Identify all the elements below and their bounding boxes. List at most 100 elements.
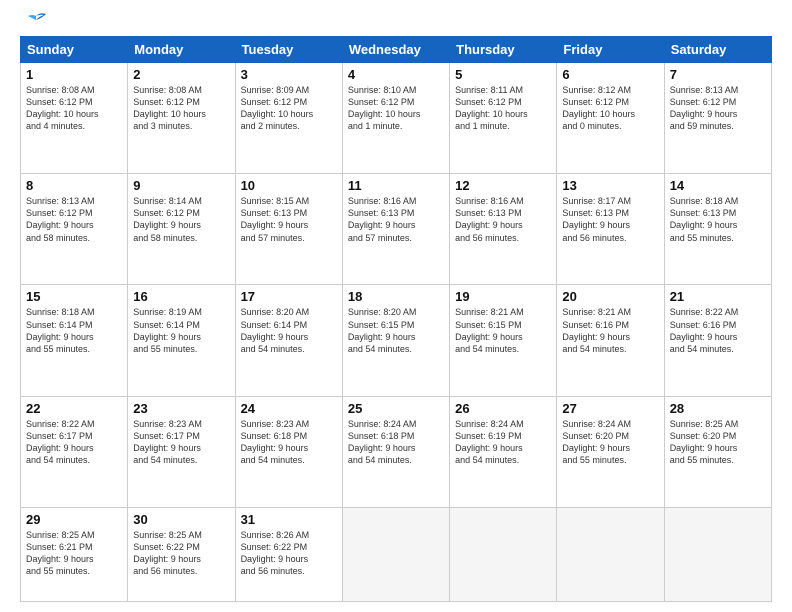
calendar-cell: 11 Sunrise: 8:16 AM Sunset: 6:13 PM Dayli… [342, 174, 449, 285]
weekday-header-tuesday: Tuesday [235, 37, 342, 63]
day-info: Sunrise: 8:20 AM Sunset: 6:15 PM Dayligh… [348, 306, 444, 355]
day-info: Sunrise: 8:08 AM Sunset: 6:12 PM Dayligh… [26, 84, 122, 133]
day-number: 4 [348, 67, 444, 82]
calendar-cell: 23Sunrise: 8:23 AM Sunset: 6:17 PM Dayli… [128, 396, 235, 507]
calendar-week-row: 1 Sunrise: 8:08 AM Sunset: 6:12 PM Daylig… [21, 63, 772, 174]
calendar-cell: 15Sunrise: 8:18 AM Sunset: 6:14 PM Dayli… [21, 285, 128, 396]
day-info: Sunrise: 8:22 AM Sunset: 6:17 PM Dayligh… [26, 418, 122, 467]
day-number: 28 [670, 401, 766, 416]
calendar-cell: 26Sunrise: 8:24 AM Sunset: 6:19 PM Dayli… [450, 396, 557, 507]
page: SundayMondayTuesdayWednesdayThursdayFrid… [0, 0, 792, 612]
day-number: 25 [348, 401, 444, 416]
calendar: SundayMondayTuesdayWednesdayThursdayFrid… [20, 36, 772, 602]
calendar-cell: 21 Sunrise: 8:22 AM Sunset: 6:16 PM Dayli… [664, 285, 771, 396]
day-number: 17 [241, 289, 337, 304]
day-info: Sunrise: 8:18 AM Sunset: 6:13 PM Dayligh… [670, 195, 766, 244]
calendar-cell: 14 Sunrise: 8:18 AM Sunset: 6:13 PM Dayli… [664, 174, 771, 285]
day-number: 22 [26, 401, 122, 416]
day-number: 8 [26, 178, 122, 193]
calendar-week-row: 8 Sunrise: 8:13 AM Sunset: 6:12 PM Daylig… [21, 174, 772, 285]
calendar-cell: 20 Sunrise: 8:21 AM Sunset: 6:16 PM Dayli… [557, 285, 664, 396]
day-info: Sunrise: 8:16 AM Sunset: 6:13 PM Dayligh… [455, 195, 551, 244]
calendar-week-row: 22 Sunrise: 8:22 AM Sunset: 6:17 PM Dayli… [21, 396, 772, 507]
day-info: Sunrise: 8:13 AM Sunset: 6:12 PM Dayligh… [26, 195, 122, 244]
calendar-cell: 28 Sunrise: 8:25 AM Sunset: 6:20 PM Dayli… [664, 396, 771, 507]
calendar-cell: 18 Sunrise: 8:20 AM Sunset: 6:15 PM Dayli… [342, 285, 449, 396]
weekday-header-saturday: Saturday [664, 37, 771, 63]
weekday-header-monday: Monday [128, 37, 235, 63]
calendar-header-row: SundayMondayTuesdayWednesdayThursdayFrid… [21, 37, 772, 63]
calendar-cell: 8 Sunrise: 8:13 AM Sunset: 6:12 PM Daylig… [21, 174, 128, 285]
day-info: Sunrise: 8:22 AM Sunset: 6:16 PM Dayligh… [670, 306, 766, 355]
calendar-cell [342, 507, 449, 601]
day-number: 11 [348, 178, 444, 193]
calendar-cell: 24 Sunrise: 8:23 AM Sunset: 6:18 PM Dayli… [235, 396, 342, 507]
calendar-body: 1 Sunrise: 8:08 AM Sunset: 6:12 PM Daylig… [21, 63, 772, 602]
calendar-cell: 19 Sunrise: 8:21 AM Sunset: 6:15 PM Dayli… [450, 285, 557, 396]
day-info: Sunrise: 8:09 AM Sunset: 6:12 PM Dayligh… [241, 84, 337, 133]
day-info: Sunrise: 8:23 AM Sunset: 6:17 PM Dayligh… [133, 418, 229, 467]
calendar-cell: 25Sunrise: 8:24 AM Sunset: 6:18 PM Dayli… [342, 396, 449, 507]
day-info: Sunrise: 8:13 AM Sunset: 6:12 PM Dayligh… [670, 84, 766, 133]
day-number: 3 [241, 67, 337, 82]
calendar-cell: 30Sunrise: 8:25 AM Sunset: 6:22 PM Dayli… [128, 507, 235, 601]
day-number: 6 [562, 67, 658, 82]
weekday-header-wednesday: Wednesday [342, 37, 449, 63]
logo [20, 16, 50, 26]
calendar-cell: 31 Sunrise: 8:26 AM Sunset: 6:22 PM Dayli… [235, 507, 342, 601]
day-info: Sunrise: 8:15 AM Sunset: 6:13 PM Dayligh… [241, 195, 337, 244]
day-info: Sunrise: 8:24 AM Sunset: 6:19 PM Dayligh… [455, 418, 551, 467]
day-info: Sunrise: 8:14 AM Sunset: 6:12 PM Dayligh… [133, 195, 229, 244]
calendar-cell: 17 Sunrise: 8:20 AM Sunset: 6:14 PM Dayli… [235, 285, 342, 396]
calendar-cell: 2 Sunrise: 8:08 AM Sunset: 6:12 PM Daylig… [128, 63, 235, 174]
weekday-header-sunday: Sunday [21, 37, 128, 63]
day-info: Sunrise: 8:23 AM Sunset: 6:18 PM Dayligh… [241, 418, 337, 467]
calendar-cell [664, 507, 771, 601]
day-info: Sunrise: 8:20 AM Sunset: 6:14 PM Dayligh… [241, 306, 337, 355]
day-info: Sunrise: 8:12 AM Sunset: 6:12 PM Dayligh… [562, 84, 658, 133]
day-number: 2 [133, 67, 229, 82]
weekday-header-thursday: Thursday [450, 37, 557, 63]
day-info: Sunrise: 8:10 AM Sunset: 6:12 PM Dayligh… [348, 84, 444, 133]
calendar-cell: 13Sunrise: 8:17 AM Sunset: 6:13 PM Dayli… [557, 174, 664, 285]
header [20, 16, 772, 26]
day-info: Sunrise: 8:24 AM Sunset: 6:20 PM Dayligh… [562, 418, 658, 467]
calendar-cell: 10 Sunrise: 8:15 AM Sunset: 6:13 PM Dayli… [235, 174, 342, 285]
day-number: 1 [26, 67, 122, 82]
calendar-cell: 12 Sunrise: 8:16 AM Sunset: 6:13 PM Dayli… [450, 174, 557, 285]
day-number: 19 [455, 289, 551, 304]
day-info: Sunrise: 8:21 AM Sunset: 6:15 PM Dayligh… [455, 306, 551, 355]
day-info: Sunrise: 8:21 AM Sunset: 6:16 PM Dayligh… [562, 306, 658, 355]
day-number: 12 [455, 178, 551, 193]
day-info: Sunrise: 8:08 AM Sunset: 6:12 PM Dayligh… [133, 84, 229, 133]
day-number: 10 [241, 178, 337, 193]
calendar-cell: 1 Sunrise: 8:08 AM Sunset: 6:12 PM Daylig… [21, 63, 128, 174]
day-info: Sunrise: 8:26 AM Sunset: 6:22 PM Dayligh… [241, 529, 337, 578]
weekday-header-friday: Friday [557, 37, 664, 63]
calendar-cell [450, 507, 557, 601]
day-number: 21 [670, 289, 766, 304]
day-info: Sunrise: 8:25 AM Sunset: 6:20 PM Dayligh… [670, 418, 766, 467]
day-number: 31 [241, 512, 337, 527]
day-number: 16 [133, 289, 229, 304]
calendar-week-row: 15Sunrise: 8:18 AM Sunset: 6:14 PM Dayli… [21, 285, 772, 396]
calendar-cell: 27 Sunrise: 8:24 AM Sunset: 6:20 PM Dayli… [557, 396, 664, 507]
calendar-cell: 3 Sunrise: 8:09 AM Sunset: 6:12 PM Daylig… [235, 63, 342, 174]
calendar-cell: 5Sunrise: 8:11 AM Sunset: 6:12 PM Daylig… [450, 63, 557, 174]
day-info: Sunrise: 8:18 AM Sunset: 6:14 PM Dayligh… [26, 306, 122, 355]
day-info: Sunrise: 8:19 AM Sunset: 6:14 PM Dayligh… [133, 306, 229, 355]
day-number: 18 [348, 289, 444, 304]
calendar-week-row: 29Sunrise: 8:25 AM Sunset: 6:21 PM Dayli… [21, 507, 772, 601]
calendar-cell: 7Sunrise: 8:13 AM Sunset: 6:12 PM Daylig… [664, 63, 771, 174]
calendar-cell: 16 Sunrise: 8:19 AM Sunset: 6:14 PM Dayli… [128, 285, 235, 396]
day-number: 13 [562, 178, 658, 193]
day-number: 24 [241, 401, 337, 416]
calendar-cell: 9Sunrise: 8:14 AM Sunset: 6:12 PM Daylig… [128, 174, 235, 285]
day-number: 27 [562, 401, 658, 416]
day-info: Sunrise: 8:11 AM Sunset: 6:12 PM Dayligh… [455, 84, 551, 133]
day-number: 20 [562, 289, 658, 304]
day-number: 14 [670, 178, 766, 193]
logo-bird-icon [22, 12, 50, 34]
calendar-cell: 6 Sunrise: 8:12 AM Sunset: 6:12 PM Daylig… [557, 63, 664, 174]
day-info: Sunrise: 8:16 AM Sunset: 6:13 PM Dayligh… [348, 195, 444, 244]
